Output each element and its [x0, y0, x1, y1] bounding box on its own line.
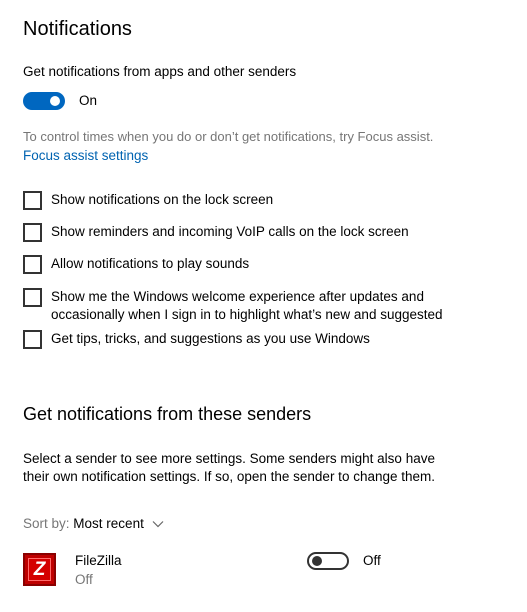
- senders-description-line2: their own notification settings. If so, …: [23, 469, 436, 484]
- page-title: Notifications: [23, 18, 132, 40]
- tips-checkbox-label: Get tips, tricks, and suggestions as you…: [51, 331, 370, 346]
- sender-row-filezilla[interactable]: Z FileZilla Off Off: [23, 550, 493, 590]
- lock-screen-checkbox[interactable]: [23, 191, 42, 210]
- sounds-checkbox-label: Allow notifications to play sounds: [51, 256, 250, 271]
- filezilla-icon: Z: [23, 553, 56, 586]
- senders-description: Select a sender to see more settings. So…: [23, 450, 435, 486]
- sounds-checkbox[interactable]: [23, 255, 42, 274]
- chevron-down-icon: [152, 515, 164, 533]
- welcome-experience-checkbox-label: Show me the Windows welcome experience a…: [51, 288, 443, 324]
- toggle-knob: [50, 96, 60, 106]
- notifications-toggle-label: Get notifications from apps and other se…: [23, 64, 297, 79]
- notifications-toggle-state: On: [79, 93, 98, 108]
- sender-status: Off: [75, 572, 93, 587]
- senders-section-title: Get notifications from these senders: [23, 404, 312, 424]
- welcome-experience-label-line2: occasionally when I sign in to highlight…: [51, 307, 443, 322]
- welcome-experience-checkbox[interactable]: [23, 288, 42, 307]
- focus-assist-settings-link[interactable]: Focus assist settings: [23, 147, 148, 165]
- sender-name: FileZilla: [75, 553, 122, 568]
- voip-checkbox[interactable]: [23, 223, 42, 242]
- welcome-experience-label-line1: Show me the Windows welcome experience a…: [51, 289, 424, 304]
- toggle-knob: [312, 556, 322, 566]
- focus-assist-hint: To control times when you do or don’t ge…: [23, 129, 434, 144]
- filezilla-icon-letter: Z: [33, 559, 46, 580]
- lock-screen-checkbox-label: Show notifications on the lock screen: [51, 192, 274, 207]
- senders-description-line1: Select a sender to see more settings. So…: [23, 451, 435, 466]
- sort-label: Sort by:: [23, 516, 70, 531]
- sort-dropdown[interactable]: Sort by: Most recent: [23, 515, 164, 533]
- notifications-toggle[interactable]: [23, 92, 65, 110]
- sender-toggle-state: Off: [363, 553, 381, 568]
- voip-checkbox-label: Show reminders and incoming VoIP calls o…: [51, 224, 409, 239]
- sender-toggle[interactable]: [307, 552, 349, 570]
- sort-value: Most recent: [73, 516, 144, 531]
- tips-checkbox[interactable]: [23, 330, 42, 349]
